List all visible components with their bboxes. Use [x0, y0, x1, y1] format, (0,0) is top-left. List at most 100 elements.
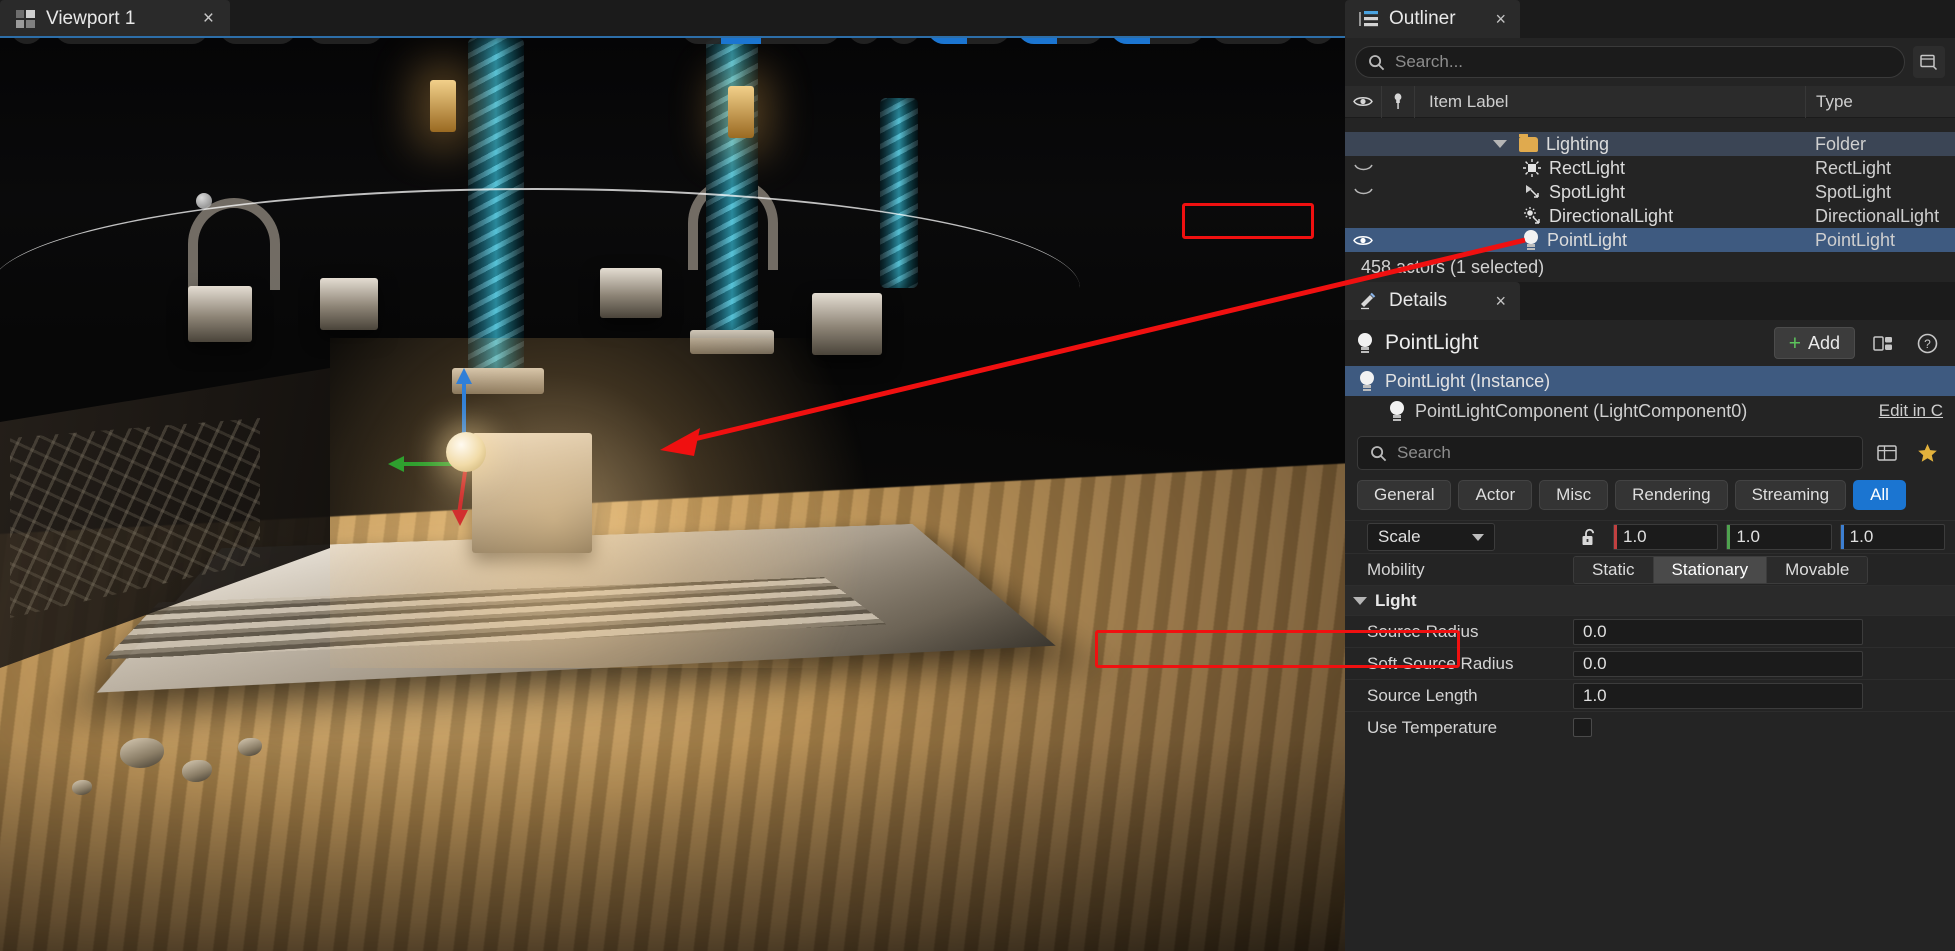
- scene-lantern: [728, 86, 754, 138]
- list-item-label-wrap: PointLight: [1415, 229, 1805, 251]
- chevron-down-icon[interactable]: [1493, 140, 1507, 148]
- scale-value-cell: 1.0 1.0 1.0: [1563, 521, 1955, 553]
- list-item-type: SpotLight: [1815, 181, 1892, 202]
- tab-streaming[interactable]: Streaming: [1734, 480, 1847, 510]
- tab-all[interactable]: All: [1853, 480, 1906, 510]
- list-item-label-wrap: DirectionalLight: [1415, 206, 1805, 227]
- table-row-directionallight[interactable]: DirectionalLight DirectionalLight: [1345, 204, 1955, 228]
- folder-icon: [1519, 133, 1538, 152]
- use-temperature-value-cell: [1563, 712, 1955, 743]
- mobility-option-static[interactable]: Static: [1574, 556, 1654, 583]
- list-item-label: PointLight: [1547, 229, 1628, 250]
- gizmo-y-arrow-icon[interactable]: [452, 510, 468, 526]
- scale-lock-button[interactable]: [1573, 521, 1605, 553]
- search-icon: [1369, 54, 1385, 70]
- table-row-pointlight[interactable]: PointLight PointLight: [1345, 228, 1955, 252]
- scale-z-input[interactable]: 1.0: [1839, 524, 1945, 550]
- outliner-status-bar: 458 actors (1 selected): [1345, 252, 1955, 282]
- outliner-settings-button[interactable]: [1913, 46, 1945, 78]
- row-visibility-toggle[interactable]: [1345, 234, 1381, 247]
- details-search-row: [1345, 426, 1955, 480]
- property-row-scale: Scale 1.0 1.0 1.0: [1345, 520, 1955, 553]
- outliner-tab-label: Outliner: [1389, 8, 1456, 29]
- outliner-search-row: [1345, 38, 1955, 86]
- table-row-spotlight[interactable]: SpotLight SpotLight: [1345, 180, 1955, 204]
- component-row-lightcomponent[interactable]: PointLightComponent (LightComponent0) Ed…: [1345, 396, 1955, 426]
- viewport-3d-canvas[interactable]: [0, 38, 1345, 951]
- source-length-input[interactable]: 1.0: [1573, 682, 1863, 709]
- mobility-value-cell: Static Stationary Movable: [1563, 554, 1955, 585]
- viewport-pane: Viewport 1 ×: [0, 0, 1345, 951]
- soft-source-radius-input[interactable]: 0.0: [1573, 650, 1863, 677]
- component-view-icon: [1873, 335, 1892, 351]
- details-column-button[interactable]: [1871, 437, 1903, 469]
- table-row-rectlight[interactable]: RectLight RectLight: [1345, 156, 1955, 180]
- gizmo-z-arrow-icon[interactable]: [456, 368, 472, 384]
- mobility-option-movable[interactable]: Movable: [1767, 556, 1868, 583]
- scale-y-input[interactable]: 1.0: [1726, 524, 1832, 550]
- pin-icon: [1394, 93, 1402, 109]
- scene-lantern: [430, 80, 456, 132]
- source-radius-input[interactable]: 0.0: [1573, 618, 1863, 645]
- eye-closed-icon: [1353, 164, 1373, 170]
- table-row[interactable]: [1345, 118, 1955, 132]
- use-temperature-label: Use Temperature: [1367, 717, 1498, 737]
- table-row-lighting-folder[interactable]: Lighting Folder: [1345, 132, 1955, 156]
- component-row-instance[interactable]: PointLight (Instance): [1345, 366, 1955, 396]
- tab-general[interactable]: General: [1357, 480, 1452, 510]
- row-visibility-toggle[interactable]: [1345, 164, 1381, 173]
- source-length-label: Source Length: [1367, 685, 1478, 705]
- mobility-option-stationary[interactable]: Stationary: [1653, 556, 1768, 583]
- outliner-column-type[interactable]: Type: [1805, 85, 1955, 118]
- close-icon[interactable]: ×: [1485, 291, 1506, 312]
- viewport-tab[interactable]: Viewport 1 ×: [0, 0, 230, 38]
- favorite-button[interactable]: [1911, 437, 1943, 469]
- outliner-tabstrip: Outliner ×: [1345, 0, 1955, 38]
- tab-rendering[interactable]: Rendering: [1615, 480, 1728, 510]
- tab-actor[interactable]: Actor: [1458, 480, 1533, 510]
- outliner-list-icon: [1359, 11, 1378, 27]
- outliner-search-box[interactable]: [1355, 46, 1905, 78]
- close-icon[interactable]: ×: [191, 8, 214, 30]
- close-icon[interactable]: ×: [1485, 9, 1506, 30]
- outliner-column-item-label[interactable]: Item Label: [1415, 86, 1805, 118]
- details-property-list: Scale 1.0 1.0 1.0 Mobility Static Statio…: [1345, 520, 1955, 951]
- component-view-button[interactable]: [1867, 327, 1899, 359]
- page-title: PointLight: [1385, 331, 1479, 354]
- scale-dropdown[interactable]: Scale: [1367, 523, 1495, 551]
- section-header-light[interactable]: Light: [1345, 585, 1955, 615]
- edit-in-cpp-link[interactable]: Edit in C: [1879, 401, 1943, 421]
- eye-closed-icon: [1353, 188, 1373, 194]
- svg-text:?: ?: [1924, 337, 1931, 351]
- property-row-use-temperature: Use Temperature: [1345, 711, 1955, 743]
- mobility-label: Mobility: [1367, 559, 1425, 579]
- source-radius-value-cell: 0.0: [1563, 616, 1955, 647]
- details-tab-label: Details: [1389, 290, 1448, 311]
- pointlight-actor-billboard-icon[interactable]: [446, 432, 486, 472]
- list-item-type: [1805, 118, 1955, 132]
- eye-icon[interactable]: [1345, 86, 1381, 118]
- scale-x-input[interactable]: 1.0: [1613, 524, 1719, 550]
- details-header: PointLight + Add ?: [1345, 320, 1955, 366]
- outliner-search-input[interactable]: [1395, 52, 1892, 72]
- gizmo-x-arrow-icon[interactable]: [388, 456, 404, 472]
- add-component-button[interactable]: + Add: [1773, 327, 1855, 359]
- favorite-star-icon: [1917, 444, 1937, 462]
- details-search-input[interactable]: [1397, 443, 1850, 463]
- source-length-value-cell: 1.0: [1563, 680, 1955, 711]
- details-tabstrip: Details ×: [1345, 282, 1955, 320]
- outliner-tab[interactable]: Outliner ×: [1345, 0, 1520, 38]
- pin-icon[interactable]: [1381, 85, 1415, 118]
- component-label: PointLightComponent (LightComponent0): [1415, 400, 1748, 421]
- details-search-box[interactable]: [1357, 436, 1863, 470]
- actor-count-label: 458 actors (1 selected): [1361, 256, 1545, 277]
- scene-pillar-base: [690, 330, 774, 354]
- use-temperature-checkbox[interactable]: [1573, 718, 1592, 737]
- transform-gizmo[interactable]: [388, 368, 536, 526]
- help-button[interactable]: ?: [1911, 327, 1943, 359]
- tab-misc[interactable]: Misc: [1539, 480, 1609, 510]
- row-visibility-toggle[interactable]: [1345, 188, 1381, 197]
- spot-light-icon: [1526, 185, 1539, 198]
- source-radius-label: Source Radius: [1367, 621, 1479, 641]
- details-tab[interactable]: Details ×: [1345, 282, 1520, 320]
